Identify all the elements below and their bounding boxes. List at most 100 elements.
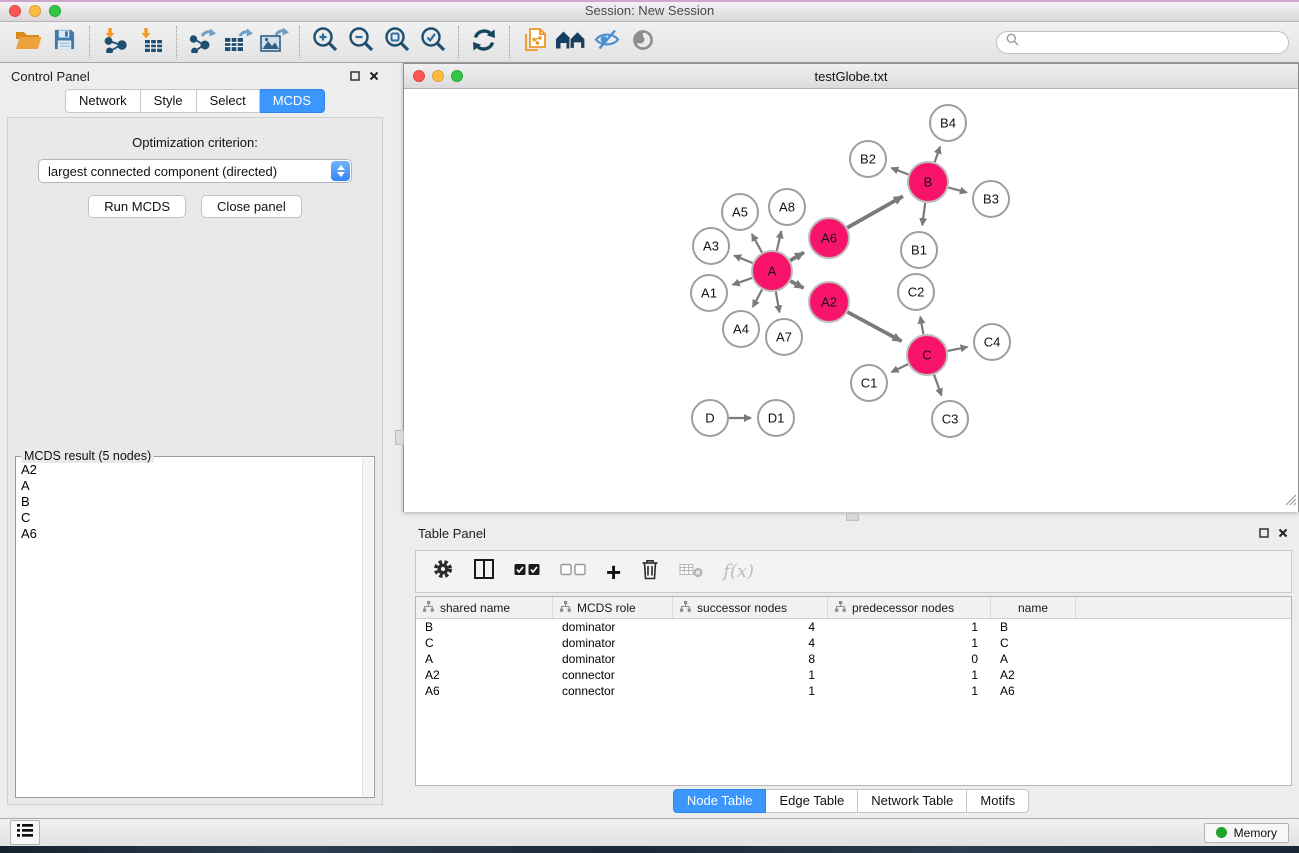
cell-successor-nodes[interactable]: 1: [673, 668, 828, 682]
new-network-from-selection-button[interactable]: [517, 25, 553, 59]
float-table-panel-icon[interactable]: [1259, 528, 1269, 538]
graph-edge-A-A4[interactable]: [753, 290, 762, 308]
mcds-result-item[interactable]: A6: [21, 526, 372, 542]
graph-edge-A6-B[interactable]: [847, 196, 903, 227]
export-image-button[interactable]: [256, 25, 292, 59]
add-column-icon[interactable]: +: [606, 562, 621, 582]
cell-shared-name[interactable]: A: [416, 652, 553, 666]
search-input[interactable]: [1024, 34, 1279, 50]
network-close-button[interactable]: [413, 70, 425, 82]
splitter-handle-vertical[interactable]: [395, 430, 404, 445]
graph-edge-C-C4[interactable]: [948, 347, 968, 351]
export-network-button[interactable]: [184, 25, 220, 59]
close-table-panel-icon[interactable]: [1278, 528, 1288, 538]
column-header-predecessor-nodes[interactable]: predecessor nodes: [828, 597, 991, 618]
network-zoom-button[interactable]: [451, 70, 463, 82]
graph-edge-A-A6[interactable]: [790, 253, 804, 261]
column-header-mcds-role[interactable]: MCDS role: [553, 597, 673, 618]
cell-shared-name[interactable]: A2: [416, 668, 553, 682]
close-panel-icon[interactable]: [369, 71, 379, 81]
open-file-button[interactable]: [10, 25, 46, 59]
graph-edge-B-B1[interactable]: [922, 203, 925, 225]
cell-successor-nodes[interactable]: 4: [673, 636, 828, 650]
close-window-button[interactable]: [9, 5, 21, 17]
zoom-fit-button[interactable]: [379, 25, 415, 59]
cell-shared-name[interactable]: C: [416, 636, 553, 650]
run-mcds-button[interactable]: Run MCDS: [88, 195, 186, 218]
column-header-shared-name[interactable]: shared name: [416, 597, 553, 618]
zoom-out-button[interactable]: [343, 25, 379, 59]
cell-name[interactable]: A6: [991, 684, 1076, 698]
cell-successor-nodes[interactable]: 1: [673, 684, 828, 698]
column-header-successor-nodes[interactable]: successor nodes: [673, 597, 828, 618]
graph-edge-C-C3[interactable]: [934, 375, 941, 396]
cell-successor-nodes[interactable]: 8: [673, 652, 828, 666]
graph-edge-C-C2[interactable]: [920, 317, 923, 335]
tab-motifs[interactable]: Motifs: [967, 789, 1029, 813]
tab-network[interactable]: Network: [65, 89, 141, 113]
table-row-A6[interactable]: A6connector11A6: [416, 683, 1291, 699]
gear-icon[interactable]: [432, 558, 454, 585]
cell-predecessor-nodes[interactable]: 0: [828, 652, 991, 666]
table-row-C[interactable]: Cdominator41C: [416, 635, 1291, 651]
cell-name[interactable]: B: [991, 620, 1076, 634]
graph-edge-C-C1[interactable]: [892, 364, 909, 372]
graph-edge-B-B3[interactable]: [948, 188, 967, 193]
task-history-button[interactable]: [10, 820, 40, 845]
cell-predecessor-nodes[interactable]: 1: [828, 636, 991, 650]
zoom-window-button[interactable]: [49, 5, 61, 17]
cell-shared-name[interactable]: A6: [416, 684, 553, 698]
graph-edge-B-B2[interactable]: [891, 168, 908, 175]
export-table-button[interactable]: [220, 25, 256, 59]
tab-select[interactable]: Select: [197, 89, 260, 113]
minimize-window-button[interactable]: [29, 5, 41, 17]
graph-edge-A-A2[interactable]: [790, 281, 803, 288]
network-canvas[interactable]: B4B2BB3A5A8A6A3B1AA1C2A2A4A7C4CC1C3DD1: [404, 89, 1298, 512]
cell-mcds-role[interactable]: connector: [553, 684, 673, 698]
tab-network-table[interactable]: Network Table: [858, 789, 967, 813]
result-scrollbar[interactable]: [362, 458, 373, 796]
column-header-name[interactable]: name: [991, 597, 1076, 618]
cell-successor-nodes[interactable]: 4: [673, 620, 828, 634]
graph-edge-A2-C[interactable]: [848, 312, 902, 341]
graph-edge-A-A5[interactable]: [752, 234, 762, 253]
graph-edge-B-B4[interactable]: [935, 147, 940, 162]
cell-predecessor-nodes[interactable]: 1: [828, 620, 991, 634]
cell-predecessor-nodes[interactable]: 1: [828, 668, 991, 682]
show-all-button[interactable]: [625, 25, 661, 59]
table-row-A2[interactable]: A2connector11A2: [416, 667, 1291, 683]
cell-shared-name[interactable]: B: [416, 620, 553, 634]
criterion-dropdown[interactable]: largest connected component (directed): [38, 159, 352, 183]
cell-mcds-role[interactable]: connector: [553, 668, 673, 682]
float-panel-icon[interactable]: [350, 71, 360, 81]
trash-icon[interactable]: [640, 558, 660, 585]
cell-predecessor-nodes[interactable]: 1: [828, 684, 991, 698]
mcds-result-item[interactable]: C: [21, 510, 372, 526]
graph-edge-A-A3[interactable]: [734, 256, 753, 264]
network-graph[interactable]: B4B2BB3A5A8A6A3B1AA1C2A2A4A7C4CC1C3DD1: [404, 89, 1298, 512]
split-columns-icon[interactable]: [473, 558, 495, 585]
zoom-in-button[interactable]: [307, 25, 343, 59]
deselect-all-checkboxes-icon[interactable]: [560, 563, 587, 581]
cell-mcds-role[interactable]: dominator: [553, 620, 673, 634]
table-row-B[interactable]: Bdominator41B: [416, 619, 1291, 635]
cell-mcds-role[interactable]: dominator: [553, 636, 673, 650]
mcds-result-item[interactable]: A2: [21, 462, 372, 478]
first-neighbors-button[interactable]: [553, 25, 589, 59]
graph-edge-A-A7[interactable]: [776, 292, 780, 313]
refresh-layout-button[interactable]: [466, 25, 502, 59]
tab-edge-table[interactable]: Edge Table: [766, 789, 858, 813]
table-row-A[interactable]: Adominator80A: [416, 651, 1291, 667]
search-field[interactable]: [996, 31, 1289, 54]
graph-edge-A-A1[interactable]: [733, 278, 753, 285]
network-minimize-button[interactable]: [432, 70, 444, 82]
mcds-result-item[interactable]: A: [21, 478, 372, 494]
tab-node-table[interactable]: Node Table: [673, 789, 767, 813]
tab-mcds[interactable]: MCDS: [260, 89, 325, 113]
cell-name[interactable]: A2: [991, 668, 1076, 682]
cell-name[interactable]: C: [991, 636, 1076, 650]
cell-mcds-role[interactable]: dominator: [553, 652, 673, 666]
hide-selection-button[interactable]: [589, 25, 625, 59]
tab-style[interactable]: Style: [141, 89, 197, 113]
zoom-selected-button[interactable]: [415, 25, 451, 59]
